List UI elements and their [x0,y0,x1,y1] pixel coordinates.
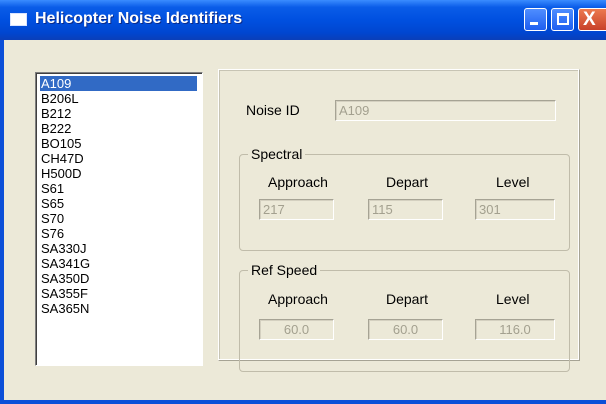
ref-speed-group-title: Ref Speed [248,262,321,278]
noise-id-field[interactable]: A109 [335,100,556,121]
title-bar[interactable]: Helicopter Noise Identifiers X [0,0,606,40]
minimize-button[interactable] [524,8,547,31]
close-button[interactable]: X [578,8,606,31]
list-item[interactable]: A109 [40,76,197,91]
ref-speed-level-field[interactable]: 116.0 [475,319,555,340]
ref-speed-group: Ref Speed Approach Depart Level 60.0 60.… [239,262,570,372]
list-item[interactable]: BO105 [40,136,82,151]
aircraft-listbox[interactable]: A109 B206L B212 B222 BO105 CH47D H500D S… [35,72,203,366]
list-item[interactable]: SA341G [40,256,91,271]
spectral-approach-label: Approach [268,174,328,190]
list-item[interactable]: CH47D [40,151,85,166]
spectral-approach-field[interactable]: 217 [259,199,334,220]
maximize-button[interactable] [551,8,574,31]
list-item[interactable]: H500D [40,166,82,181]
ref-speed-depart-label: Depart [386,291,429,307]
list-item[interactable]: S70 [40,211,65,226]
spectral-level-field[interactable]: 301 [475,199,555,220]
list-item[interactable]: B222 [40,121,72,136]
maximize-icon [557,13,569,25]
spectral-level-label: Level [496,174,530,190]
list-item[interactable]: SA350D [40,271,90,286]
list-item[interactable]: B206L [40,91,80,106]
app-window: Helicopter Noise Identifiers X A109 B206… [0,0,606,404]
list-item[interactable]: SA365N [40,301,90,316]
list-item[interactable]: S76 [40,226,65,241]
list-item[interactable]: SA355F [40,286,89,301]
list-item[interactable]: S65 [40,196,65,211]
spectral-depart-field[interactable]: 115 [368,199,443,220]
close-icon: X [583,9,596,30]
window-app-icon [10,13,27,26]
window-title: Helicopter Noise Identifiers [35,10,243,27]
spectral-group-title: Spectral [248,146,306,162]
details-panel: Noise ID A109 Spectral Approach Depart L… [218,69,580,372]
ref-speed-depart-field[interactable]: 60.0 [368,319,443,340]
noise-id-label: Noise ID [246,102,300,118]
list-item[interactable]: B212 [40,106,72,121]
spectral-depart-label: Depart [386,174,429,190]
ref-speed-approach-field[interactable]: 60.0 [259,319,334,340]
list-item[interactable]: SA330J [40,241,88,256]
minimize-icon [530,22,538,25]
list-item[interactable]: S61 [40,181,65,196]
spectral-group: Spectral Approach Depart Level 217 115 3… [239,146,570,251]
ref-speed-level-label: Level [496,291,530,307]
ref-speed-approach-label: Approach [268,291,328,307]
dialog-client-area: A109 B206L B212 B222 BO105 CH47D H500D S… [4,40,606,400]
